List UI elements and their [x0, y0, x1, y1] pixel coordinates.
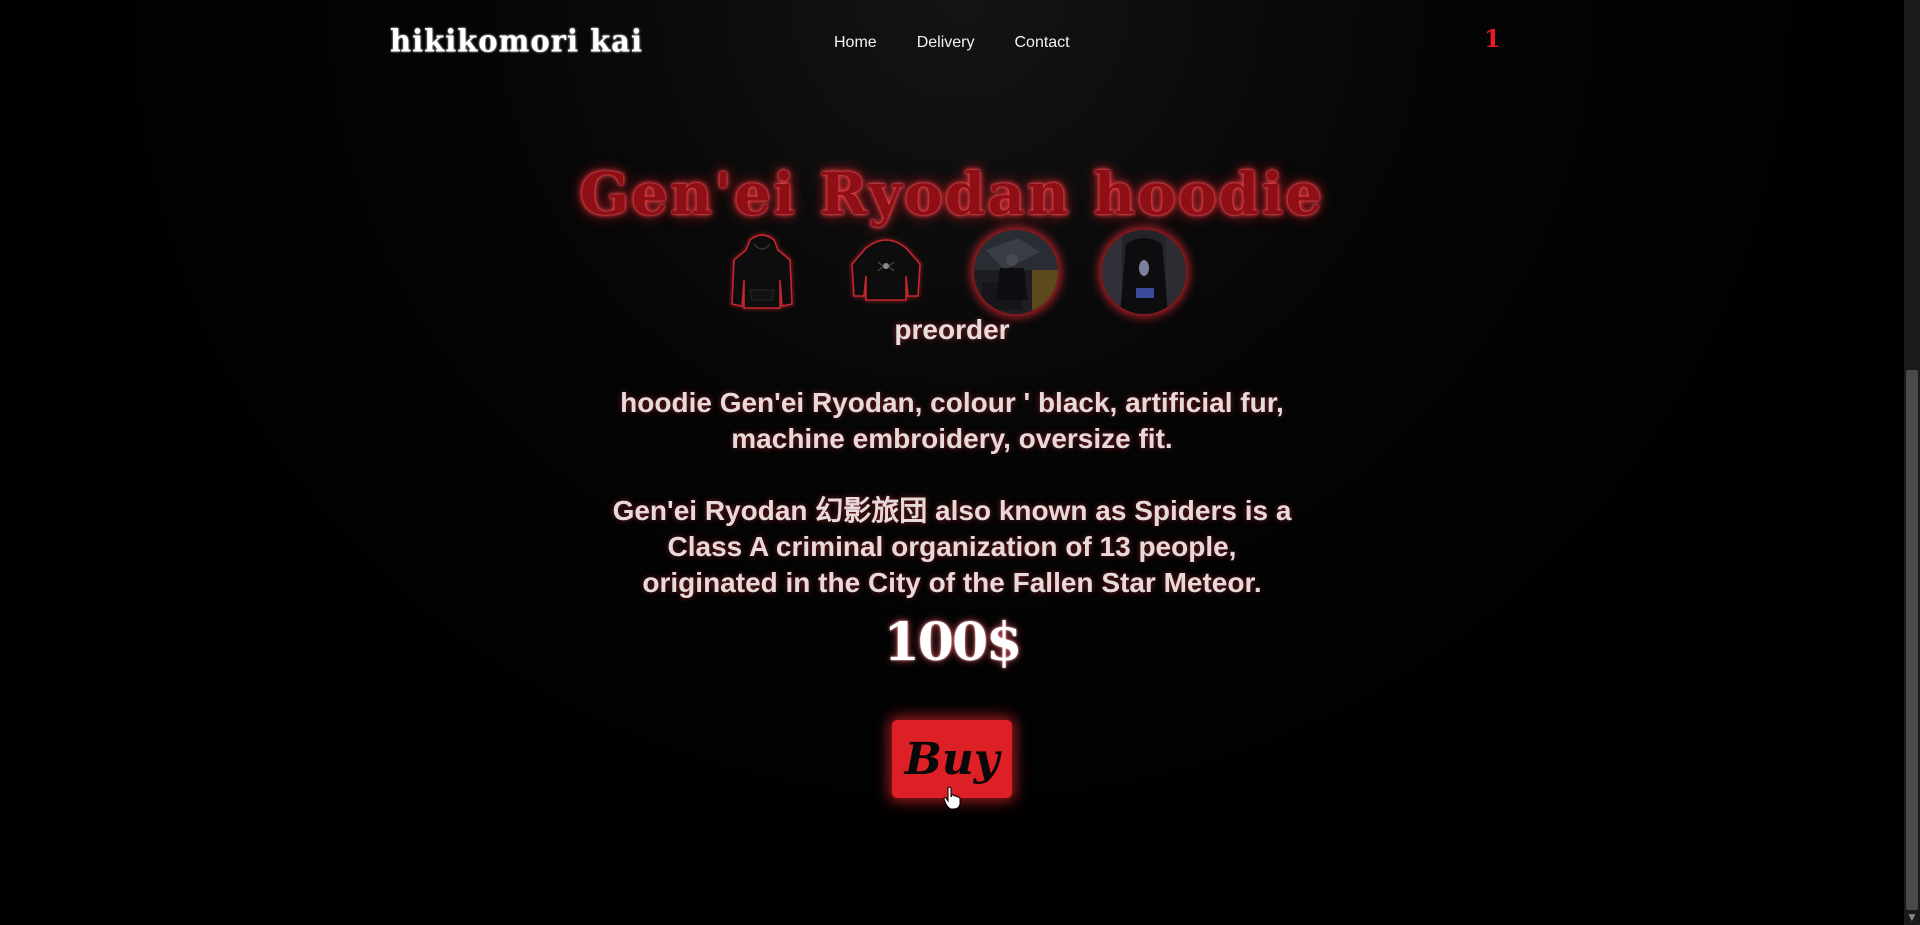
preorder-label: preorder — [894, 314, 1010, 345]
product-title: Gen'ei Ryodan hoodie — [579, 160, 1325, 228]
product-thumbnails — [720, 230, 1192, 316]
nav-delivery-link[interactable]: Delivery — [917, 34, 975, 52]
page: hikikomori kai Home Delivery Contact 1 G… — [0, 0, 1920, 925]
model-photo-1 — [974, 230, 1058, 314]
scroll-down-arrow-icon[interactable]: ▼ — [1904, 911, 1920, 925]
product-price: 100$ — [883, 612, 1023, 673]
product-description: hoodie Gen'ei Ryodan, colour ' black, ar… — [620, 387, 1284, 454]
product-lore: Gen'ei Ryodan 幻影旅団 also known as Spiders… — [612, 495, 1292, 598]
hand-cursor-icon — [943, 786, 961, 810]
model-photo-2 — [1102, 230, 1186, 314]
thumbnail-hoodie-back[interactable] — [844, 230, 928, 314]
thumbnail-model-photo-2[interactable] — [1102, 230, 1186, 314]
site-header: hikikomori kai Home Delivery Contact 1 — [0, 0, 1904, 90]
thumbnail-model-photo-1[interactable] — [974, 230, 1058, 314]
hoodie-front-icon — [731, 234, 793, 309]
nav-home-link[interactable]: Home — [834, 34, 877, 52]
hoodie-back-icon — [851, 239, 921, 301]
vertical-scrollbar[interactable]: ▼ — [1904, 0, 1920, 925]
cart-count-badge[interactable]: 1 — [1484, 24, 1501, 53]
site-logo[interactable]: hikikomori kai — [390, 23, 643, 59]
thumbnail-hoodie-front[interactable] — [720, 230, 804, 314]
scrollbar-thumb[interactable] — [1906, 370, 1918, 910]
main-nav: Home Delivery Contact — [834, 34, 1070, 52]
nav-contact-link[interactable]: Contact — [1014, 34, 1069, 52]
